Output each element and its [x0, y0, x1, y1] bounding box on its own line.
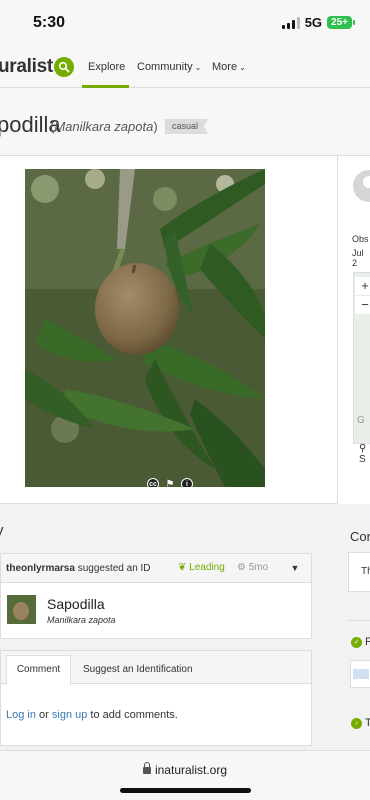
photo-attribution-icons: cc ⚑ i	[147, 478, 193, 487]
login-or-text: or	[35, 709, 52, 721]
login-suffix-text: to add comments.	[87, 709, 178, 721]
search-icon	[58, 61, 70, 73]
nav-more[interactable]: More ⌄	[212, 61, 246, 73]
leading-label: Leading	[189, 562, 225, 573]
taxon-photo-illustration	[7, 595, 36, 624]
tab-comment[interactable]: Comment	[6, 655, 71, 685]
map-pin-icon: ⚲	[359, 443, 367, 454]
side-panel-box-text: Th	[361, 566, 370, 577]
location-text: S	[359, 454, 366, 465]
user-avatar-icon[interactable]	[353, 170, 370, 202]
sign-up-link[interactable]: sign up	[52, 709, 87, 721]
login-prompt: Log in or sign up to add comments.	[6, 709, 178, 721]
identification-header: theonlyrmarsa suggested an ID ❦ Leading …	[1, 554, 311, 583]
home-indicator[interactable]	[120, 788, 251, 793]
side-panel-f-heading[interactable]: F	[365, 636, 370, 648]
taxon-thumbnail[interactable]	[7, 595, 36, 624]
taxon-common-name[interactable]: Sapodilla	[47, 596, 105, 612]
observed-date: Jul 2	[352, 248, 364, 268]
comment-tabs: Comment Suggest an Identification	[1, 651, 311, 685]
device-icon: ⚙	[237, 562, 246, 573]
tab-suggest-identification[interactable]: Suggest an Identification	[83, 664, 193, 675]
leading-status: ❦ Leading	[178, 562, 225, 573]
observation-title-bar: podilla (Manilkara zapota) casual	[0, 88, 370, 156]
info-icon[interactable]: i	[181, 478, 193, 487]
identification-card: theonlyrmarsa suggested an ID ❦ Leading …	[0, 553, 312, 639]
side-panel-heading: Con	[350, 529, 370, 544]
browser-address-bar[interactable]: inaturalist.org	[0, 750, 370, 800]
side-panel-thumbnail[interactable]	[350, 660, 370, 688]
url-display[interactable]: inaturalist.org	[0, 762, 370, 777]
network-label: 5G	[304, 15, 323, 30]
search-button[interactable]	[54, 57, 74, 77]
observation-sidebar: Obs Jul 2 + − G ⚲ S	[339, 156, 370, 504]
site-logo[interactable]: uralist	[0, 56, 53, 78]
quality-grade-badge: casual	[165, 119, 209, 134]
lock-icon	[142, 762, 151, 774]
chevron-right-icon: ›	[351, 718, 362, 729]
map-zoom-in-button[interactable]: +	[355, 277, 370, 295]
nav-more-label: More	[212, 61, 238, 73]
identification-menu-button[interactable]: ▼	[284, 559, 306, 577]
map-zoom-out-button[interactable]: −	[355, 296, 370, 314]
identifier-action: suggested an ID	[74, 563, 151, 574]
leaf-icon: ❦	[178, 562, 187, 573]
observer-label: Obs	[352, 234, 369, 244]
nav-community-label: Community	[137, 61, 193, 73]
chevron-down-icon: ▼	[290, 563, 300, 573]
status-bar: 5:30 5G 25+	[0, 0, 370, 46]
scientific-name-text: Manilkara zapota	[54, 119, 154, 134]
identifier-line: theonlyrmarsa suggested an ID	[6, 563, 151, 574]
log-in-link[interactable]: Log in	[6, 709, 36, 721]
site-navbar: uralist Explore Community ⌄ More ⌄	[0, 46, 370, 88]
battery-icon: 25+	[327, 16, 355, 29]
google-logo: G	[357, 415, 365, 426]
flag-icon[interactable]: ⚑	[164, 478, 176, 488]
creative-commons-icon[interactable]: cc	[147, 478, 159, 487]
activity-heading: y	[0, 522, 4, 539]
signal-icon	[281, 16, 300, 29]
taxon-scientific-name[interactable]: Manilkara zapota	[47, 615, 116, 625]
identification-age: ⚙ 5mo	[237, 562, 268, 573]
identifier-username[interactable]: theonlyrmarsa	[6, 563, 75, 574]
status-time: 5:30	[33, 14, 66, 31]
nav-community[interactable]: Community ⌄	[137, 61, 201, 73]
location-pin: ⚲ S	[359, 443, 370, 465]
age-label: 5mo	[248, 562, 269, 573]
chevron-down-icon: ⌄	[239, 63, 246, 72]
comment-card: Comment Suggest an Identification Log in…	[0, 650, 312, 746]
chevron-down-icon: ⌄	[194, 63, 202, 72]
status-indicators: 5G 25+	[281, 15, 355, 30]
observation-scientific-name: (Manilkara zapota)	[50, 119, 158, 134]
check-circle-icon: ✓	[351, 637, 362, 648]
side-divider	[348, 620, 370, 621]
observation-photo[interactable]: cc ⚑ i	[25, 169, 265, 487]
sapodilla-photo-illustration	[25, 169, 265, 487]
observation-map[interactable]: + − G	[353, 272, 370, 444]
side-panel-t-heading[interactable]: T	[365, 717, 370, 729]
nav-explore[interactable]: Explore	[88, 61, 125, 73]
photo-panel: cc ⚑ i	[0, 156, 338, 504]
url-text: inaturalist.org	[154, 763, 228, 777]
